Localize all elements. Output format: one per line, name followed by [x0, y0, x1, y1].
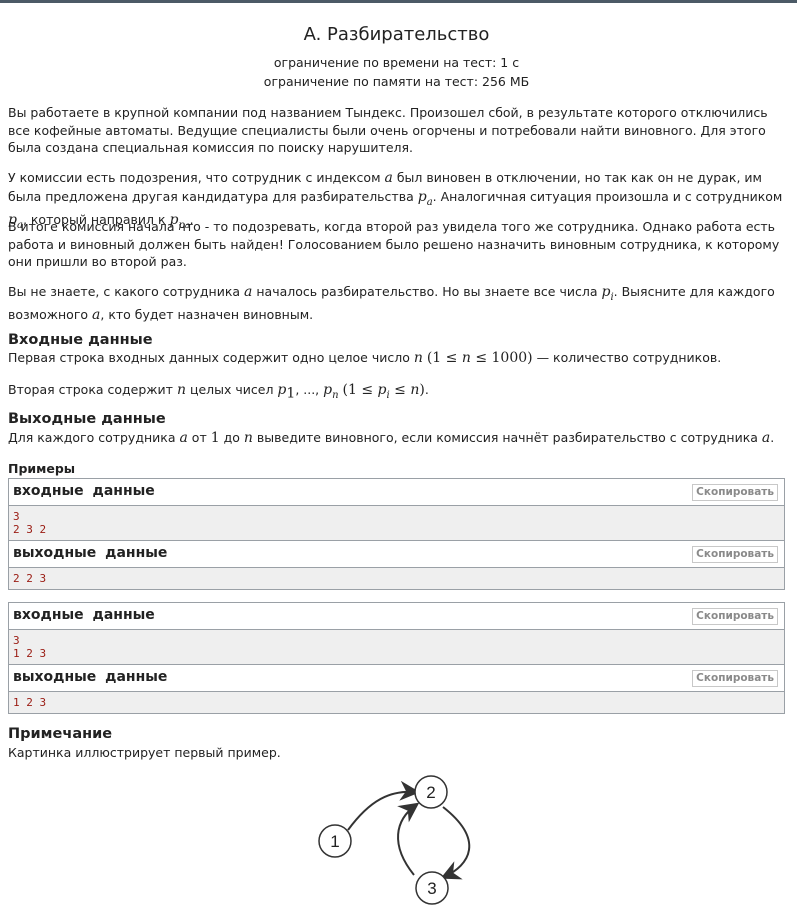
examples-label: Примеры: [8, 461, 76, 476]
sample-input-data: 3 1 2 3: [9, 630, 784, 665]
edge-2-to-3: [440, 806, 471, 880]
input-section-title: Входные данные: [8, 332, 153, 348]
copy-output-button[interactable]: Скопировать: [692, 670, 778, 687]
output-section-title: Выходные данные: [8, 411, 166, 427]
sample-input-label: входные данные: [13, 607, 155, 623]
problem-title: A. Разбирательство: [303, 24, 490, 45]
memory-limit: ограничение по памяти на тест: 256 МБ: [263, 74, 530, 89]
sample-output-data: 2 2 3: [9, 568, 784, 589]
sample-test-1: входные данные Скопировать 3 2 3 2 выход…: [8, 478, 785, 590]
svg-text:2: 2: [426, 783, 435, 802]
sample-output-label: выходные данные: [13, 545, 168, 561]
statement-paragraph-3: В итоге комиссия начала что - то подозре…: [8, 219, 780, 269]
copy-input-button[interactable]: Скопировать: [692, 484, 778, 501]
sample-input-header: входные данные Скопировать: [9, 479, 784, 506]
sample-output-label: выходные данные: [13, 669, 168, 685]
input-line-2: Вторая строка содержит n целых чисел p1,…: [8, 382, 429, 402]
copy-input-button[interactable]: Скопировать: [692, 608, 778, 625]
svg-text:3: 3: [427, 879, 436, 898]
graph-node-2: 2: [414, 775, 448, 809]
time-limit: ограничение по времени на тест: 1 с: [273, 55, 520, 70]
top-bar: [0, 0, 797, 3]
statement-paragraph-4: Вы не знаете, с какого сотрудника a нача…: [8, 284, 775, 324]
note-title: Примечание: [8, 726, 113, 742]
sample-output-header: выходные данные Скопировать: [9, 665, 784, 692]
edge-1-to-2: [347, 780, 420, 831]
sample-input-data: 3 2 3 2: [9, 506, 784, 541]
output-line-1: Для каждого сотрудника a от 1 до n вывед…: [8, 430, 775, 446]
sample-test-2: входные данные Скопировать 3 1 2 3 выход…: [8, 602, 785, 714]
sample-output-data: 1 2 3: [9, 692, 784, 713]
edge-3-to-2: [397, 802, 420, 876]
sample-input-label: входные данные: [13, 483, 155, 499]
input-line-1: Первая строка входных данных содержит од…: [8, 350, 722, 366]
graph-node-1: 1: [318, 824, 352, 858]
copy-output-button[interactable]: Скопировать: [692, 546, 778, 563]
graph-node-3: 3: [415, 871, 449, 905]
sample-output-header: выходные данные Скопировать: [9, 541, 784, 568]
graph-illustration: 1 2 3: [318, 775, 471, 905]
note-text: Картинка иллюстрирует первый пример.: [8, 745, 281, 760]
svg-text:1: 1: [330, 832, 339, 851]
statement-paragraph-1: Вы работаете в крупной компании под назв…: [8, 105, 768, 155]
sample-input-header: входные данные Скопировать: [9, 603, 784, 630]
